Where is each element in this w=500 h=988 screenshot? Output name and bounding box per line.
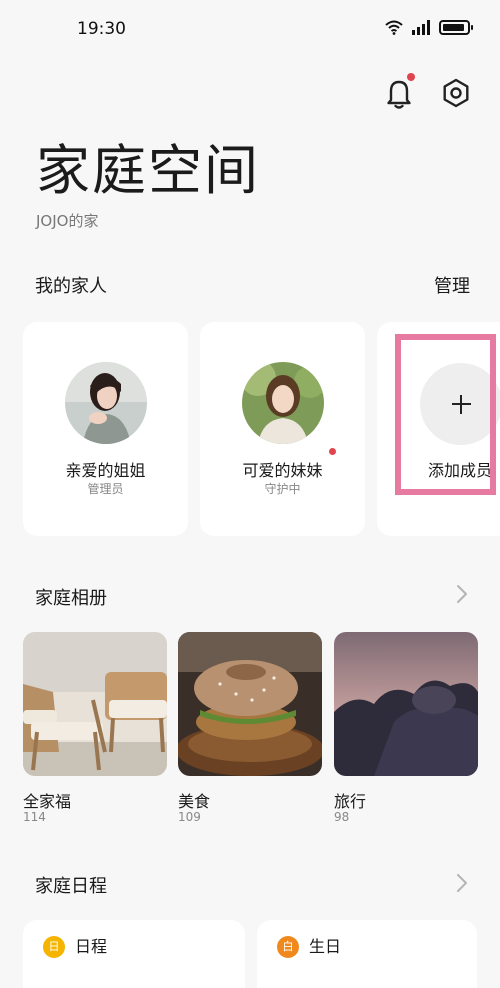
album-name: 美食 [178,792,211,811]
status-bar: 19:30 [0,0,500,58]
album-thumb-food[interactable] [178,632,322,776]
avatar [65,362,147,444]
member-name: 可爱的妹妹 [242,461,323,480]
album-name: 全家福 [23,792,72,811]
page-title: 家庭空间 [36,139,260,202]
family-schedule-heading: 家庭日程 [35,876,107,897]
wifi-icon [385,20,403,35]
status-time: 19:30 [77,19,126,39]
member-status-dot [329,448,336,455]
member-name: 亲爱的姐姐 [65,461,146,480]
schedule-card-calendar[interactable]: 日 日程 [23,920,245,988]
status-icons [385,20,473,35]
highlight-frame [395,334,496,495]
schedule-label: 生日 [309,937,342,956]
schedule-chevron-right-icon[interactable] [455,872,469,894]
family-album-heading: 家庭相册 [35,588,107,609]
avatar [242,362,324,444]
member-role: 管理员 [87,482,124,496]
birthday-icon: 白 [277,936,299,958]
album-name: 旅行 [334,792,367,811]
album-chevron-right-icon[interactable] [455,583,469,605]
member-role: 守护中 [264,482,301,496]
schedule-card-birthday[interactable]: 白 生日 [257,920,477,988]
settings-gear-icon[interactable] [440,77,472,109]
calendar-icon: 日 [43,936,65,958]
schedule-label: 日程 [75,937,108,956]
family-name: JOJO的家 [36,212,99,230]
album-thumb-travel[interactable] [334,632,478,776]
album-thumb-family-photo[interactable] [23,632,167,776]
member-card-sister-elder[interactable]: 亲爱的姐姐 管理员 [23,322,188,536]
my-family-heading: 我的家人 [35,276,107,297]
member-card-sister-younger[interactable]: 可爱的妹妹 守护中 [200,322,365,536]
battery-icon [439,20,473,35]
album-count: 109 [178,810,201,824]
signal-icon [412,20,430,35]
album-count: 98 [334,810,350,824]
album-count: 114 [23,810,46,824]
notification-badge [407,73,415,81]
manage-button[interactable]: 管理 [434,272,470,298]
